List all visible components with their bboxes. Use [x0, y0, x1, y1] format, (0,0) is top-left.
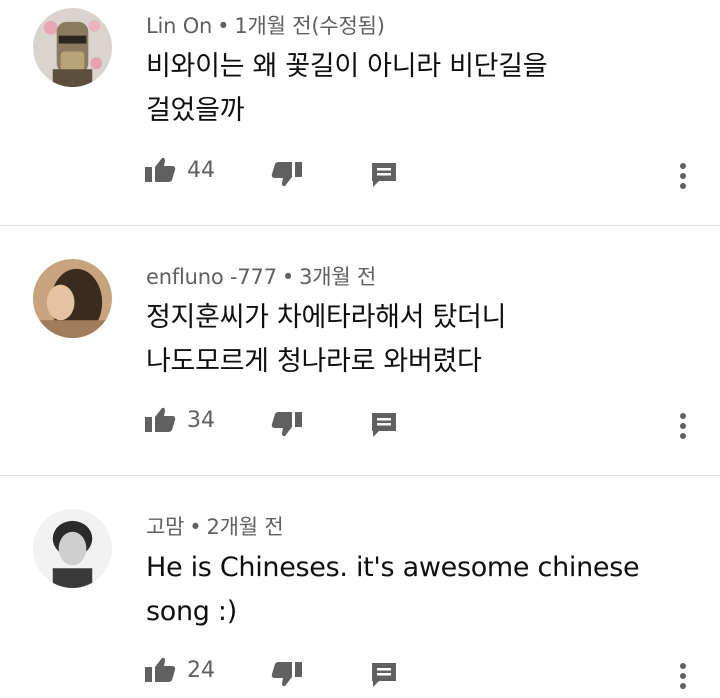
- thumbs-up-icon: [143, 156, 177, 184]
- like-button[interactable]: 44: [143, 156, 215, 184]
- dislike-button[interactable]: [270, 410, 304, 438]
- like-count: 44: [187, 157, 215, 183]
- reply-button[interactable]: [369, 410, 399, 440]
- like-count: 24: [187, 657, 215, 683]
- reply-comment-icon: [369, 160, 399, 190]
- comment-meta: 고맘 • 2개월 전: [146, 511, 284, 541]
- comment-text: He is Chineses. it's awesome chinese son…: [146, 546, 686, 634]
- like-button[interactable]: 24: [143, 656, 215, 684]
- comment-item: Lin On • 1개월 전(수정됨) 비와이는 왜 꽃길이 아니라 비단길을 걸었…: [0, 0, 720, 225]
- reply-comment-icon: [369, 410, 399, 440]
- comment-text-line: 비와이는 왜 꽃길이 아니라 비단길을: [146, 51, 548, 82]
- avatar[interactable]: [33, 259, 112, 338]
- more-vertical-icon: [676, 162, 690, 190]
- thumbs-down-icon: [270, 410, 304, 438]
- comment-item: 고맘 • 2개월 전 He is Chineses. it's awesome ch…: [0, 476, 720, 698]
- like-count: 34: [187, 407, 215, 433]
- meta-separator: •: [217, 14, 230, 38]
- comment-time[interactable]: 2개월 전: [206, 515, 283, 539]
- comment-text-line: 걸었을까: [146, 95, 245, 126]
- meta-separator: •: [281, 265, 295, 289]
- thumbs-up-icon: [143, 656, 177, 684]
- comment-text-line: He is Chineses. it's awesome chinese: [146, 552, 640, 583]
- more-options-button[interactable]: [676, 412, 690, 440]
- comment-meta: enfluno -777 • 3개월 전: [146, 261, 376, 291]
- author-name[interactable]: enfluno -777: [146, 265, 277, 289]
- more-options-button[interactable]: [676, 162, 690, 190]
- dislike-button[interactable]: [270, 660, 304, 688]
- thumbs-down-icon: [270, 160, 304, 188]
- comment-text: 비와이는 왜 꽃길이 아니라 비단길을 걸었을까: [146, 45, 686, 133]
- comment-item: enfluno -777 • 3개월 전 정지훈씨가 차에타라해서 탔더니 나도모르…: [0, 226, 720, 476]
- comment-time[interactable]: 1개월 전(수정됨): [234, 14, 385, 38]
- reply-comment-icon: [369, 660, 399, 690]
- more-vertical-icon: [676, 412, 690, 440]
- thumbs-up-icon: [143, 406, 177, 434]
- comment-time[interactable]: 3개월 전: [299, 265, 376, 289]
- like-button[interactable]: 34: [143, 406, 215, 434]
- more-options-button[interactable]: [676, 662, 690, 690]
- author-name[interactable]: Lin On: [146, 14, 212, 38]
- reply-button[interactable]: [369, 660, 399, 690]
- avatar[interactable]: [33, 8, 112, 87]
- comment-text: 정지훈씨가 차에타라해서 탔더니 나도모르게 청나라로 와버렸다: [146, 296, 686, 384]
- comment-text-line: song :): [146, 596, 237, 627]
- author-name[interactable]: 고맘: [146, 515, 184, 539]
- thumbs-down-icon: [270, 660, 304, 688]
- meta-separator: •: [189, 515, 202, 539]
- comment-text-line: 나도모르게 청나라로 와버렸다: [146, 346, 482, 377]
- comment-actions: 34: [0, 406, 720, 446]
- reply-button[interactable]: [369, 160, 399, 190]
- comment-actions: 24: [0, 656, 720, 696]
- comment-actions: 44: [0, 156, 720, 196]
- more-vertical-icon: [676, 662, 690, 690]
- avatar[interactable]: [33, 509, 112, 588]
- dislike-button[interactable]: [270, 160, 304, 188]
- comment-text-line: 정지훈씨가 차에타라해서 탔더니: [146, 302, 507, 333]
- comment-meta: Lin On • 1개월 전(수정됨): [146, 10, 385, 40]
